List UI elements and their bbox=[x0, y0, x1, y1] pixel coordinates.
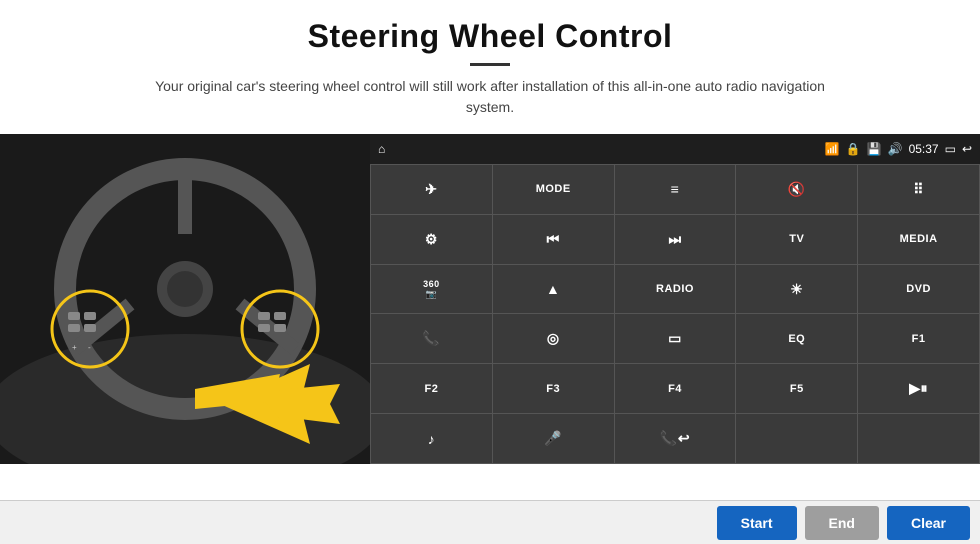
btn-phone[interactable]: 📞 bbox=[371, 314, 492, 363]
btn-360[interactable]: 360📷 bbox=[371, 265, 492, 314]
time-display: 05:37 bbox=[909, 142, 939, 156]
android-panel: ⌂ 📶 🔒 💾 🔊 05:37 ▭ ↩ ✈ MODE ≡ 🔇 bbox=[370, 134, 980, 464]
page-title: Steering Wheel Control bbox=[0, 18, 980, 55]
content-row: + - ⌂ 📶 bbox=[0, 134, 980, 500]
page: Steering Wheel Control Your original car… bbox=[0, 0, 980, 544]
start-button[interactable]: Start bbox=[717, 506, 797, 540]
steering-wheel-image: + - bbox=[0, 134, 370, 464]
btn-f4[interactable]: F4 bbox=[615, 364, 736, 413]
btn-brightness[interactable]: ☀ bbox=[736, 265, 857, 314]
header: Steering Wheel Control Your original car… bbox=[0, 0, 980, 124]
status-left: ⌂ bbox=[378, 142, 385, 156]
bottom-bar: Start End Clear bbox=[0, 500, 980, 544]
wifi-icon: 📶 bbox=[825, 142, 840, 156]
lock-icon: 🔒 bbox=[846, 142, 861, 156]
btn-empty-1[interactable] bbox=[736, 414, 857, 463]
subtitle: Your original car's steering wheel contr… bbox=[150, 76, 830, 118]
btn-call-end[interactable]: 📞↩ bbox=[615, 414, 736, 463]
btn-mute[interactable]: 🔇 bbox=[736, 165, 857, 214]
btn-next[interactable]: ⏭ bbox=[615, 215, 736, 264]
btn-tv[interactable]: TV bbox=[736, 215, 857, 264]
status-bar: ⌂ 📶 🔒 💾 🔊 05:37 ▭ ↩ bbox=[370, 134, 980, 164]
btn-f5[interactable]: F5 bbox=[736, 364, 857, 413]
svg-text:+: + bbox=[72, 343, 77, 352]
back-icon: ↩ bbox=[962, 142, 972, 156]
bt-icon: 🔊 bbox=[888, 142, 903, 156]
btn-mode[interactable]: MODE bbox=[493, 165, 614, 214]
screen-icon: ▭ bbox=[945, 142, 956, 156]
btn-f3[interactable]: F3 bbox=[493, 364, 614, 413]
btn-screen[interactable]: ▭ bbox=[615, 314, 736, 363]
btn-swirl[interactable]: ◎ bbox=[493, 314, 614, 363]
status-right: 📶 🔒 💾 🔊 05:37 ▭ ↩ bbox=[825, 142, 972, 156]
svg-text:-: - bbox=[88, 343, 91, 352]
btn-empty-2[interactable] bbox=[858, 414, 979, 463]
btn-eq[interactable]: EQ bbox=[736, 314, 857, 363]
btn-radio[interactable]: RADIO bbox=[615, 265, 736, 314]
btn-eject[interactable]: ▲ bbox=[493, 265, 614, 314]
home-icon: ⌂ bbox=[378, 142, 385, 156]
btn-list[interactable]: ≡ bbox=[615, 165, 736, 214]
btn-navigate[interactable]: ✈ bbox=[371, 165, 492, 214]
btn-settings[interactable]: ⚙ bbox=[371, 215, 492, 264]
btn-music[interactable]: ♪ bbox=[371, 414, 492, 463]
btn-mic[interactable]: 🎤 bbox=[493, 414, 614, 463]
btn-apps[interactable]: ⠿ bbox=[858, 165, 979, 214]
divider bbox=[470, 63, 510, 66]
clear-button[interactable]: Clear bbox=[887, 506, 970, 540]
btn-media[interactable]: MEDIA bbox=[858, 215, 979, 264]
button-grid: ✈ MODE ≡ 🔇 ⠿ ⚙ ⏮ ⏭ TV MEDIA 360📷 ▲ RADIO… bbox=[370, 164, 980, 464]
btn-prev[interactable]: ⏮ bbox=[493, 215, 614, 264]
end-button[interactable]: End bbox=[805, 506, 879, 540]
sd-icon: 💾 bbox=[867, 142, 882, 156]
btn-play-pause[interactable]: ▶⏸ bbox=[858, 364, 979, 413]
btn-f1[interactable]: F1 bbox=[858, 314, 979, 363]
btn-dvd[interactable]: DVD bbox=[858, 265, 979, 314]
btn-f2[interactable]: F2 bbox=[371, 364, 492, 413]
